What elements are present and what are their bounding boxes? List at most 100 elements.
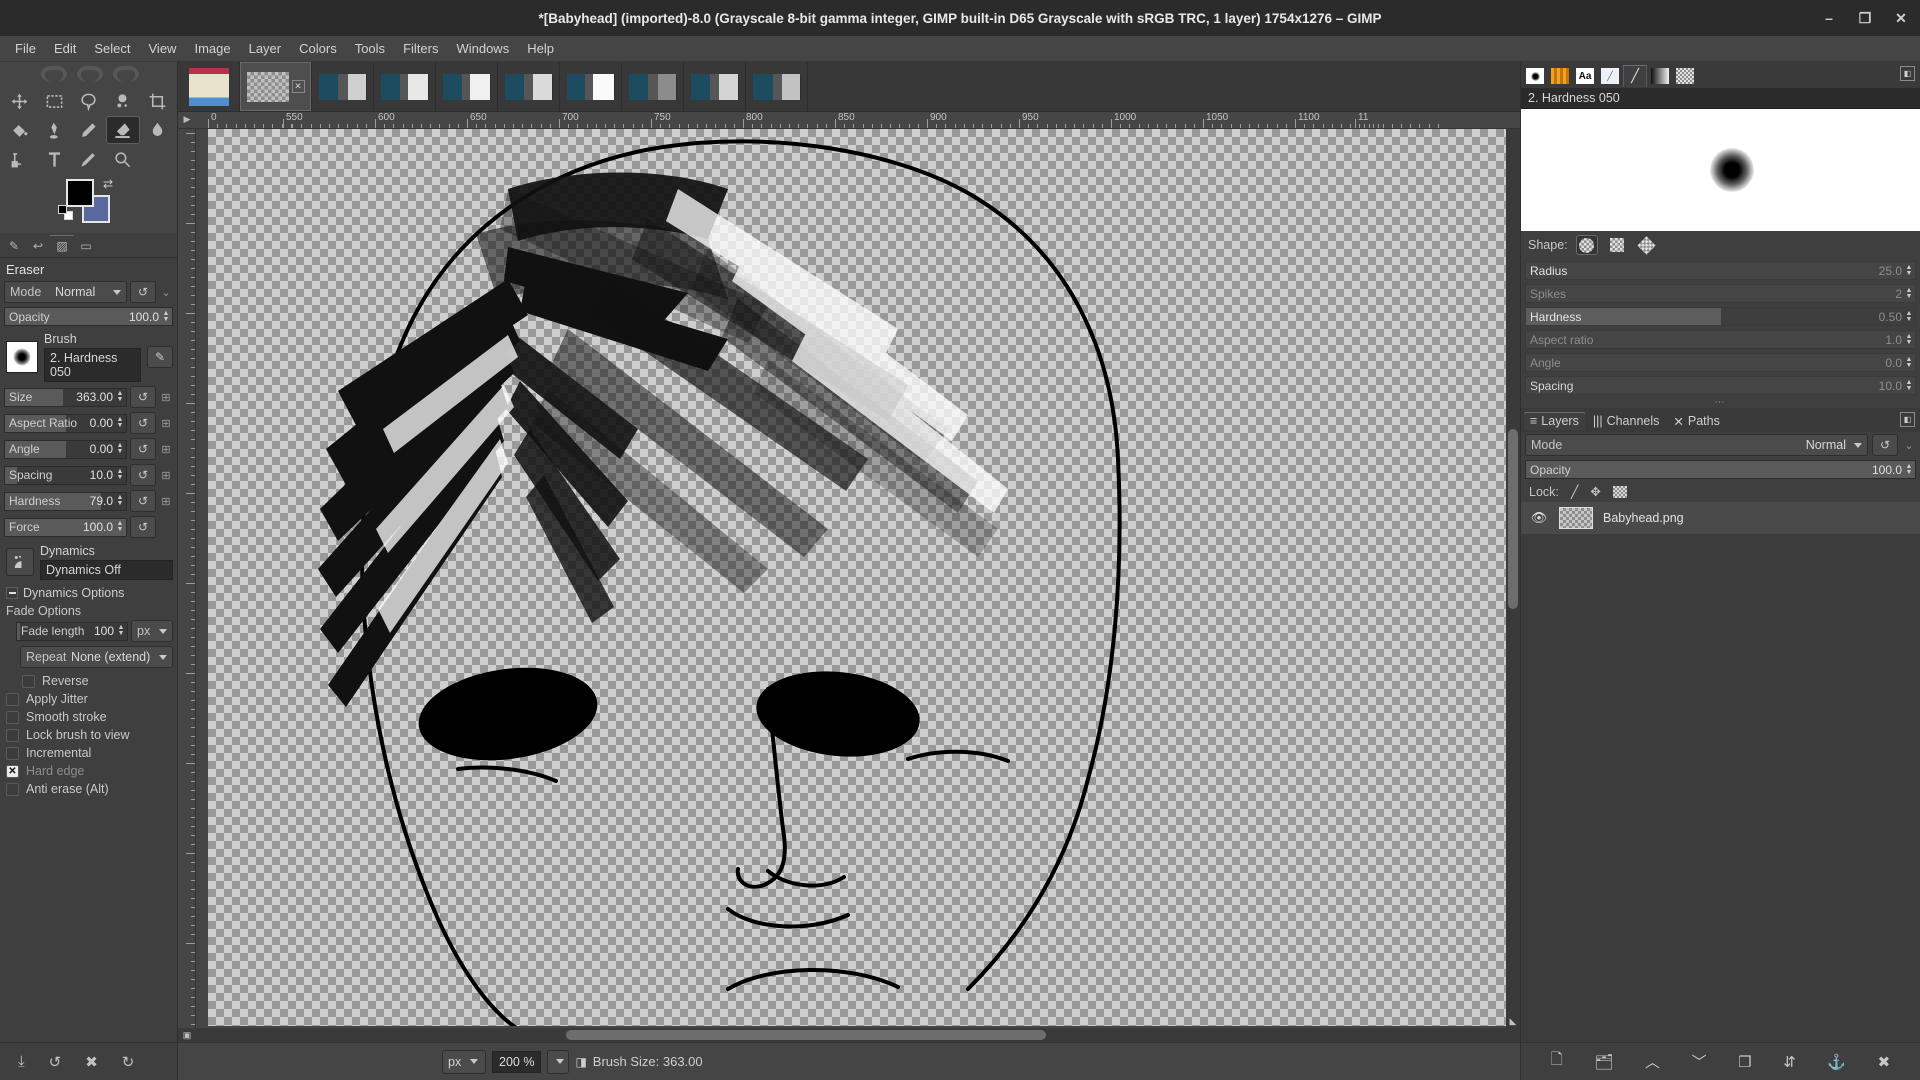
delete-tool-preset-button[interactable]: ✖	[85, 1053, 98, 1071]
horizontal-scrollbar[interactable]	[196, 1028, 1506, 1042]
device-status-tab[interactable]: ▭	[74, 235, 98, 257]
eraser-tool[interactable]	[106, 116, 140, 144]
hardness-spinner[interactable]: ▲ ▼	[1905, 310, 1915, 323]
gradients-tab[interactable]	[1648, 65, 1672, 87]
horizontal-ruler[interactable]: ▶ 0 550 600 650 700 750 800 850 900 950 1000 1050 11…	[178, 112, 1520, 129]
angle-slider[interactable]: Angle 0.00 ▲ ▼	[4, 439, 127, 459]
ink-tool[interactable]	[37, 116, 70, 144]
edit-brush-button[interactable]: ✎	[147, 346, 173, 368]
shape-square-button[interactable]	[1606, 235, 1628, 255]
image-tab-magazine[interactable]	[178, 62, 240, 111]
layer-opacity-spinner[interactable]: ▲ ▼	[1905, 463, 1915, 476]
image-tab-5[interactable]	[436, 62, 498, 111]
aspect-ratio-reset-button[interactable]: ↺	[130, 412, 156, 434]
lock-alpha-icon[interactable]	[1612, 485, 1627, 498]
aspect-ratio-pin-icon[interactable]: ⊞	[159, 412, 173, 434]
dynamics-icon[interactable]	[6, 548, 34, 576]
checkbox-incremental[interactable]: Incremental	[0, 744, 177, 762]
crop-tool[interactable]	[141, 87, 174, 115]
ruler-origin-icon[interactable]: ▶	[178, 111, 196, 128]
new-layer-button[interactable]: 🗋	[1551, 1049, 1563, 1074]
image-tab-6[interactable]	[498, 62, 560, 111]
checkbox-reverse[interactable]: Reverse	[0, 672, 177, 690]
layer-row[interactable]: 👁 Babyhead.png	[1521, 502, 1920, 534]
horizontal-ruler-strip[interactable]: 0 550 600 650 700 750 800 850 900 950 1000 1050 1100…	[196, 111, 1520, 128]
hardness-slider[interactable]: Hardness 79.0 ▲ ▼	[4, 491, 127, 511]
scrollbar-thumb[interactable]	[1508, 429, 1518, 609]
scrollbar-thumb[interactable]	[566, 1030, 1046, 1040]
zoom-input[interactable]: 200 %	[492, 1050, 542, 1073]
aspect-ratio-slider[interactable]: Aspect Ratio 0.00 ▲ ▼	[4, 413, 127, 433]
vertical-scrollbar[interactable]: ◣	[1506, 129, 1520, 1028]
image-tab-8[interactable]	[622, 62, 684, 111]
free-select-tool[interactable]	[72, 87, 105, 115]
menu-windows[interactable]: Windows	[447, 38, 518, 59]
layer-mode-menu-chevron-icon[interactable]: ⌄	[1902, 434, 1916, 456]
aspect-ratio-spinner[interactable]: ▲ ▼	[116, 416, 126, 429]
force-spinner[interactable]: ▲ ▼	[116, 520, 126, 533]
zoom-dropdown[interactable]	[547, 1049, 570, 1074]
menu-colors[interactable]: Colors	[290, 38, 346, 59]
brush-spikes-slider[interactable]: Spikes 2 ▲ ▼	[1525, 284, 1916, 303]
palettes-tab[interactable]	[1673, 65, 1697, 87]
opacity-slider[interactable]: Opacity 100.0 ▲ ▼	[4, 307, 173, 326]
delete-layer-button[interactable]: ✖	[1878, 1053, 1891, 1071]
layer-list[interactable]: 👁 Babyhead.png	[1521, 502, 1920, 1042]
dynamics-value[interactable]: Dynamics Off	[40, 560, 173, 580]
zoom-tool[interactable]	[106, 145, 139, 173]
brush-spacing-slider[interactable]: Spacing 10.0 ▲ ▼	[1525, 376, 1916, 395]
save-tool-preset-button[interactable]: ⤓	[18, 1053, 25, 1070]
force-slider[interactable]: Force 100.0 ▲ ▼	[4, 517, 127, 537]
eye-icon[interactable]: 👁	[1529, 510, 1549, 526]
mode-reset-button[interactable]: ↺	[130, 281, 156, 303]
layers-dock-menu-button[interactable]: ◧	[1900, 412, 1915, 427]
maximize-button[interactable]: ❐	[1854, 7, 1876, 29]
fonts-tab[interactable]: Aa	[1573, 65, 1597, 87]
checkbox-lock-brush-to-view[interactable]: Lock brush to view	[0, 726, 177, 744]
layer-mode-dropdown[interactable]: Mode Normal	[1525, 434, 1868, 456]
tool-options-tab[interactable]: ✎	[2, 235, 26, 257]
tab-channels[interactable]: ||| Channels	[1587, 412, 1666, 430]
rectangle-select-tool[interactable]	[37, 87, 70, 115]
image-tab-3[interactable]	[312, 62, 374, 111]
close-button[interactable]: ✕	[1890, 7, 1912, 29]
fade-unit-dropdown[interactable]: px	[131, 620, 173, 642]
angle-spinner[interactable]: ▲ ▼	[116, 442, 126, 455]
anchor-layer-button[interactable]: ⚓	[1827, 1053, 1846, 1071]
checkbox-anti-erase[interactable]: Anti erase (Alt)	[0, 780, 177, 798]
tab-layers[interactable]: ≡ Layers	[1524, 412, 1585, 430]
opacity-spinner[interactable]: ▲ ▼	[162, 310, 172, 323]
angle-reset-button[interactable]: ↺	[130, 438, 156, 460]
raise-layer-button[interactable]: ︿	[1645, 1051, 1660, 1072]
layer-name[interactable]: Babyhead.png	[1603, 511, 1684, 525]
hardness-pin-icon[interactable]: ⊞	[159, 490, 173, 512]
dock-menu-button[interactable]: ◧	[1900, 66, 1915, 81]
force-reset-button[interactable]: ↺	[130, 516, 156, 538]
patterns-tab[interactable]	[1548, 65, 1572, 87]
restore-tool-preset-button[interactable]: ↺	[49, 1053, 62, 1071]
brushes-tab[interactable]	[1523, 65, 1547, 87]
checkbox-smooth-stroke[interactable]: Smooth stroke	[0, 708, 177, 726]
image-tab-7[interactable]	[560, 62, 622, 111]
move-tool[interactable]	[3, 87, 36, 115]
pencil-tool[interactable]	[72, 116, 105, 144]
menu-file[interactable]: File	[6, 38, 45, 59]
merge-layer-button[interactable]: ⇵	[1783, 1053, 1796, 1071]
angle-spinner[interactable]: ▲ ▼	[1905, 356, 1915, 369]
size-pin-icon[interactable]: ⊞	[159, 386, 173, 408]
radius-spinner[interactable]: ▲ ▼	[1905, 264, 1915, 277]
new-layer-group-button[interactable]: 🗂	[1594, 1053, 1613, 1071]
hardness-reset-button[interactable]: ↺	[130, 490, 156, 512]
undo-history-tab[interactable]: ↩	[26, 235, 50, 257]
image-tab-4[interactable]	[374, 62, 436, 111]
size-slider[interactable]: Size 363.00 ▲ ▼	[4, 387, 127, 407]
checkbox-hard-edge[interactable]: ✕ Hard edge	[0, 762, 177, 780]
text-tool[interactable]	[37, 145, 70, 173]
brush-name[interactable]: 2. Hardness 050	[44, 348, 141, 382]
brush-angle-slider[interactable]: Angle 0.0 ▲ ▼	[1525, 353, 1916, 372]
layer-mode-reset-button[interactable]: ↺	[1872, 434, 1898, 456]
foreground-color-swatch[interactable]	[66, 179, 94, 207]
checkbox-apply-jitter[interactable]: Apply Jitter	[0, 690, 177, 708]
minimize-button[interactable]: –	[1818, 7, 1840, 29]
fade-length-spinner[interactable]: ▲ ▼	[117, 624, 127, 637]
